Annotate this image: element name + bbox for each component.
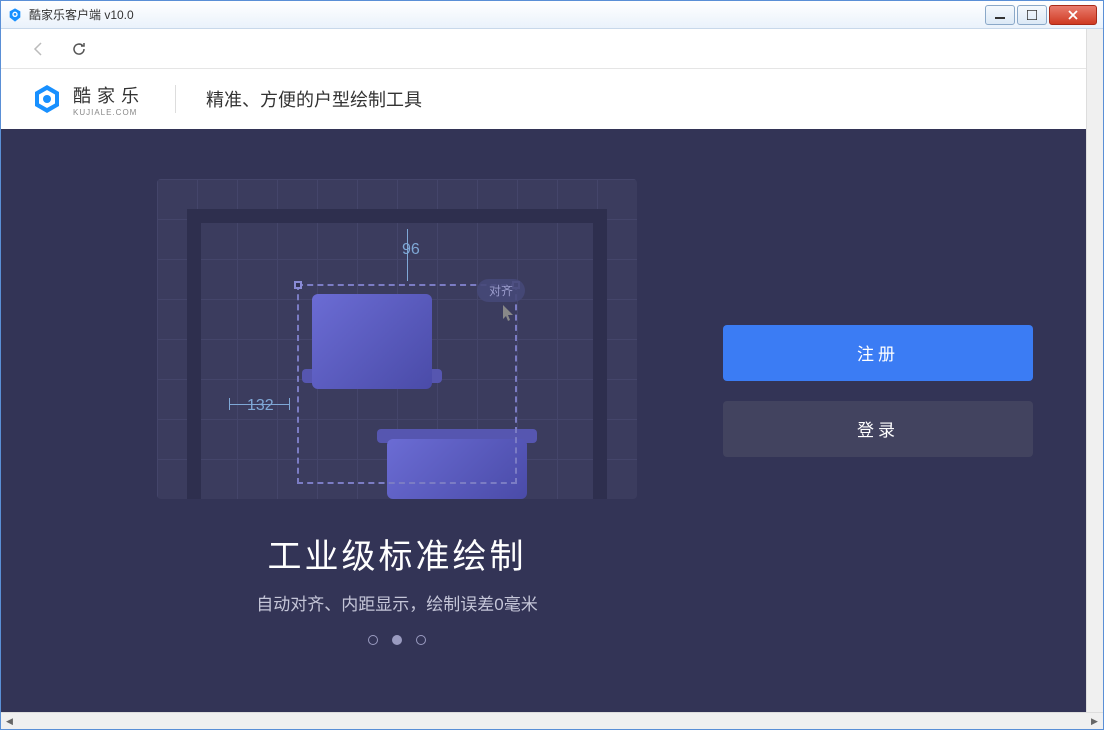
browser-toolbar [1, 29, 1103, 69]
login-button[interactable]: 登录 [723, 401, 1033, 457]
cursor-icon [497, 303, 517, 328]
floorplan-illustration: 96 132 对齐 [157, 179, 637, 499]
back-icon[interactable] [31, 41, 47, 57]
carousel-dot[interactable] [416, 635, 426, 645]
window-title: 酷家乐客户端 v10.0 [29, 6, 985, 23]
logo-icon [31, 83, 63, 115]
refresh-icon[interactable] [71, 41, 87, 57]
logo-text-en: KUJIALE.COM [73, 108, 145, 117]
dimension-value-left: 132 [247, 397, 274, 415]
scroll-left-icon[interactable]: ◀ [1, 713, 18, 730]
scroll-right-icon[interactable]: ▶ [1086, 713, 1103, 730]
close-button[interactable] [1049, 5, 1097, 25]
maximize-button[interactable] [1017, 5, 1047, 25]
app-header: 酷家乐 KUJIALE.COM 精准、方便的户型绘制工具 [1, 69, 1103, 129]
carousel-dot[interactable] [392, 635, 402, 645]
window-controls [985, 5, 1097, 25]
hero-subtitle: 自动对齐、内距显示，绘制误差0毫米 [256, 590, 537, 615]
dimension-value-top: 96 [402, 241, 420, 259]
dimension-tick [229, 398, 230, 410]
hero-left: 96 132 对齐 工业级标准绘制 自动对齐、内距显示，绘制误差0 [71, 179, 723, 682]
logo[interactable]: 酷家乐 KUJIALE.COM [31, 82, 145, 117]
titlebar: 酷家乐客户端 v10.0 [1, 1, 1103, 29]
tagline: 精准、方便的户型绘制工具 [206, 86, 422, 112]
carousel-dot[interactable] [368, 635, 378, 645]
hero-section: 96 132 对齐 工业级标准绘制 自动对齐、内距显示，绘制误差0 [1, 129, 1103, 712]
resize-handle [294, 281, 302, 289]
app-window: 酷家乐客户端 v10.0 酷家乐 KUJIA [0, 0, 1104, 730]
app-icon [7, 7, 23, 23]
auth-panel: 注册 登录 [723, 179, 1033, 682]
carousel-dots [368, 635, 426, 645]
register-button[interactable]: 注册 [723, 325, 1033, 381]
dimension-tick [289, 398, 290, 410]
vertical-scrollbar[interactable] [1086, 29, 1103, 712]
horizontal-scrollbar[interactable]: ◀ ▶ [1, 712, 1103, 729]
selection-box [297, 284, 517, 484]
hero-title: 工业级标准绘制 [268, 529, 527, 578]
minimize-button[interactable] [985, 5, 1015, 25]
align-tooltip: 对齐 [477, 279, 525, 302]
logo-text-cn: 酷家乐 [73, 82, 145, 108]
header-divider [175, 85, 176, 113]
